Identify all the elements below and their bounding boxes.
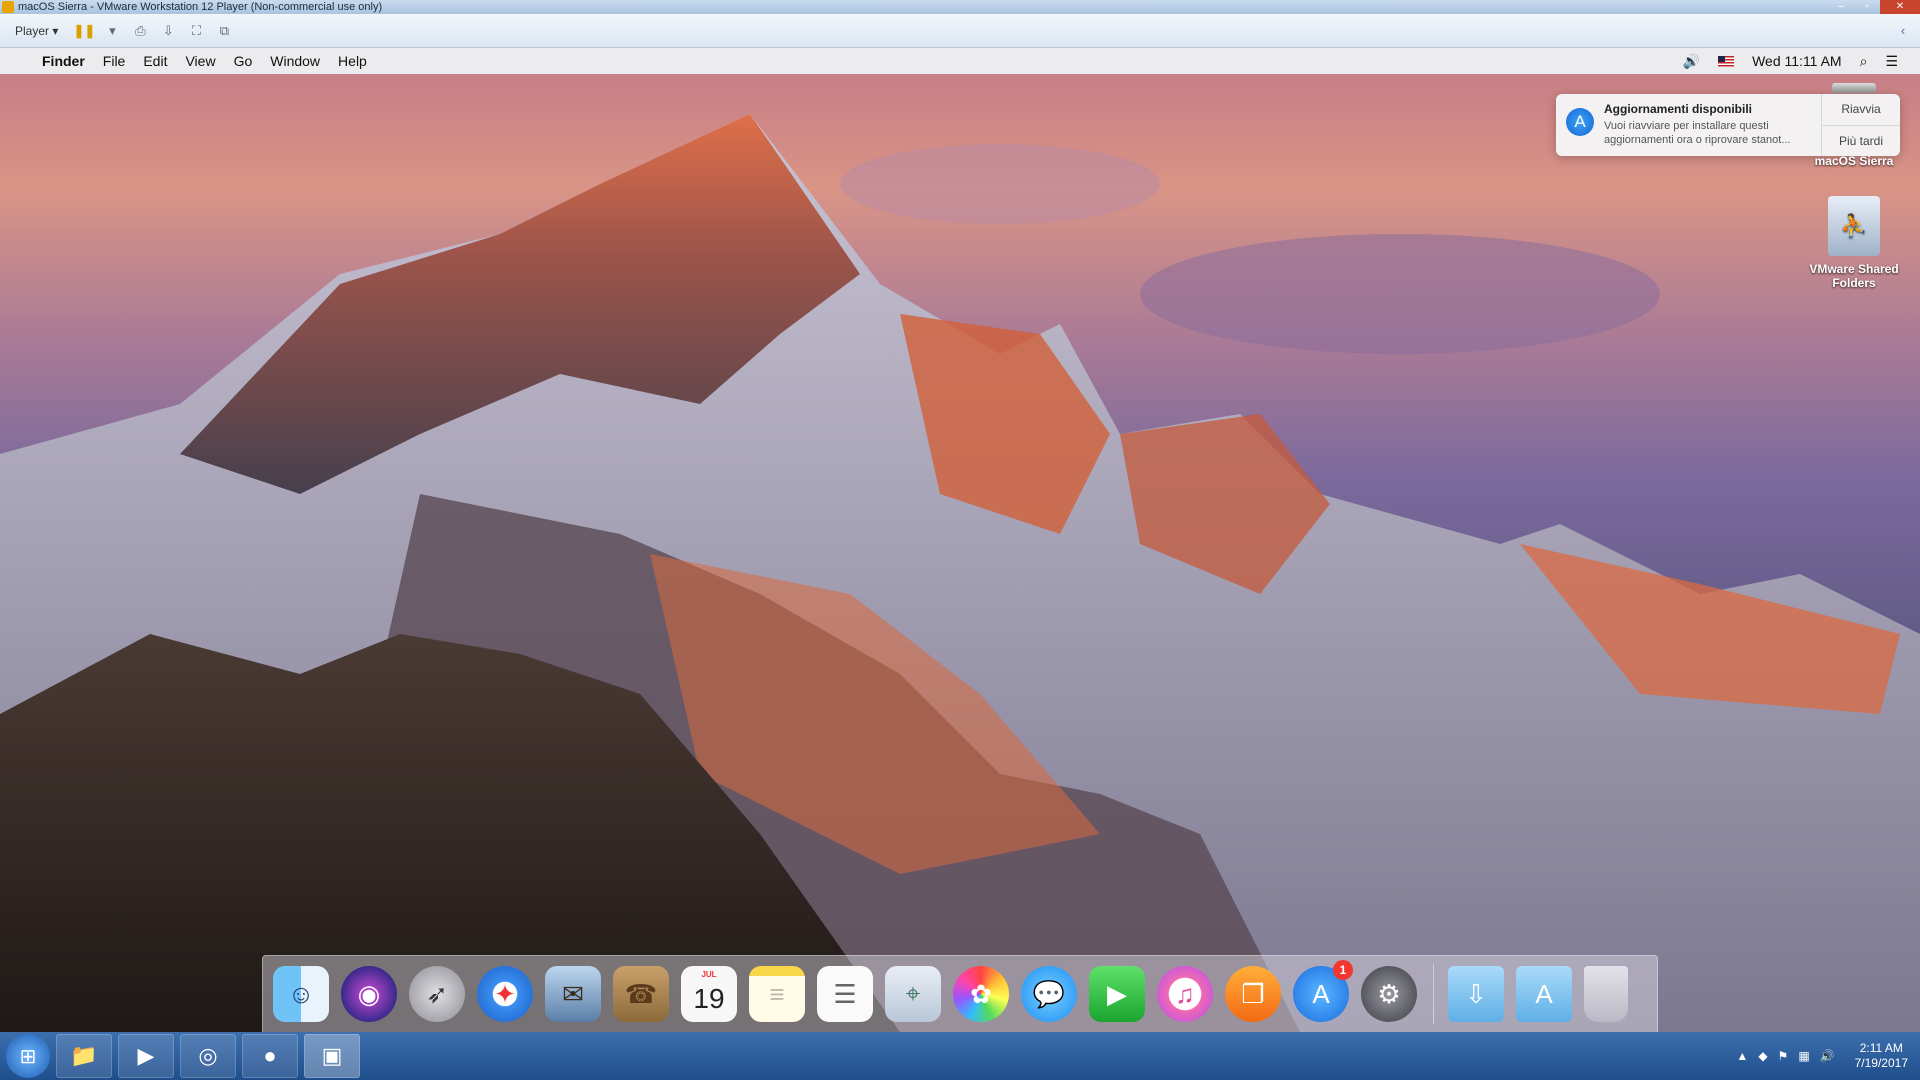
menu-clock[interactable]: Wed 11:11 AM	[1752, 53, 1842, 69]
player-menu-button[interactable]: Player ▾	[8, 20, 65, 42]
notification-center-icon[interactable]: ☰	[1885, 53, 1898, 70]
hard-drive-icon[interactable]	[1832, 83, 1876, 93]
notification-text: Aggiornamenti disponibili Vuoi riavviare…	[1604, 102, 1791, 148]
pause-dropdown-icon[interactable]: ▾	[103, 23, 121, 39]
launchpad-icon[interactable]: ➶	[409, 966, 465, 1022]
reminders-icon[interactable]: ☰	[817, 966, 873, 1022]
menu-file[interactable]: File	[103, 53, 126, 69]
vmware-title-bar: macOS Sierra - VMware Workstation 12 Pla…	[0, 0, 1920, 14]
vmware-app-icon	[2, 1, 14, 13]
dock-separator	[1433, 964, 1434, 1024]
finder-icon[interactable]: ☺	[273, 966, 329, 1022]
close-button[interactable]: ✕	[1880, 0, 1920, 14]
applications-stack-icon[interactable]: A	[1516, 966, 1572, 1022]
system-preferences-icon[interactable]: ⚙	[1361, 966, 1417, 1022]
contacts-icon[interactable]: ☎	[613, 966, 669, 1022]
ibooks-icon[interactable]: ❐	[1225, 966, 1281, 1022]
later-button[interactable]: Più tardi	[1822, 124, 1900, 157]
vmware-shared-folders-desktop-icon[interactable]: ⛹ VMware Shared Folders	[1804, 196, 1904, 290]
pause-icon[interactable]: ❚❚	[73, 23, 95, 39]
notification-body[interactable]: A Aggiornamenti disponibili Vuoi riavvia…	[1556, 94, 1822, 156]
desktop-wallpaper	[0, 74, 1920, 1032]
calendar-month: JUL	[701, 970, 717, 979]
notification-title: Aggiornamenti disponibili	[1604, 102, 1752, 116]
system-tray: ▲ ◆ ⚑ ▦ 🔊 2:11 AM 7/19/2017	[1736, 1041, 1908, 1071]
tray-vmware-icon[interactable]: ◆	[1758, 1049, 1767, 1063]
notes-icon[interactable]: ≡	[749, 966, 805, 1022]
menu-view[interactable]: View	[185, 53, 215, 69]
trash-icon[interactable]	[1584, 966, 1628, 1022]
notification-message-line2: aggiornamenti ora o riprovare stanot...	[1604, 134, 1791, 146]
app-store-icon: A	[1566, 108, 1594, 136]
menu-help[interactable]: Help	[338, 53, 367, 69]
messages-icon[interactable]: 💬	[1021, 966, 1077, 1022]
maximize-button[interactable]: ▫	[1854, 0, 1880, 14]
photos-icon[interactable]: ✿	[953, 966, 1009, 1022]
menu-extras: 🔊 Wed 11:11 AM ⌕ ☰	[1683, 53, 1898, 70]
media-player-icon[interactable]: ▶	[118, 1034, 174, 1078]
calendar-day: 19	[693, 983, 725, 1014]
tray-flag-icon[interactable]: ⚑	[1778, 1049, 1789, 1063]
mountain-wallpaper	[0, 114, 1920, 1032]
vmware-window-title: macOS Sierra - VMware Workstation 12 Pla…	[18, 1, 383, 13]
mail-icon[interactable]: ✉	[545, 966, 601, 1022]
file-explorer-icon[interactable]: 📁	[56, 1034, 112, 1078]
facetime-icon[interactable]: ▶	[1089, 966, 1145, 1022]
send-ctrl-alt-del-icon[interactable]: ⎙	[131, 23, 149, 39]
window-controls: – ▫ ✕	[1828, 0, 1920, 14]
dock: ☺ ◉ ➶ ✦ ✉ ☎ JUL 19 ≡ ☰ ⌖ ✿ 💬 ▶ ♫ ❐ A 1 ⚙…	[262, 955, 1658, 1033]
menu-edit[interactable]: Edit	[143, 53, 167, 69]
restart-button[interactable]: Riavvia	[1822, 94, 1900, 125]
calendar-icon[interactable]: JUL 19	[681, 966, 737, 1022]
app-store-badge: 1	[1333, 960, 1353, 980]
removable-devices-icon[interactable]: ⇩	[159, 23, 177, 39]
taskbar-time: 2:11 AM	[1859, 1041, 1903, 1055]
minimize-button[interactable]: –	[1828, 0, 1854, 14]
macos-sierra-drive-label[interactable]: macOS Sierra	[1804, 154, 1904, 168]
shared-folders-icon: ⛹	[1828, 196, 1880, 256]
menu-window[interactable]: Window	[270, 53, 320, 69]
collapse-toolbar-icon[interactable]: ‹	[1894, 23, 1912, 39]
unity-icon[interactable]: ⧉	[215, 23, 233, 39]
taskbar-date: 7/19/2017	[1854, 1056, 1908, 1070]
vmware-toolbar: Player ▾ ❚❚ ▾ ⎙ ⇩ ⛶ ⧉ ‹	[0, 14, 1920, 48]
obs-icon[interactable]: ●	[242, 1034, 298, 1078]
windows-start-icon[interactable]: ⊞	[6, 1034, 50, 1078]
update-notification[interactable]: A Aggiornamenti disponibili Vuoi riavvia…	[1556, 94, 1900, 156]
taskbar-clock[interactable]: 2:11 AM 7/19/2017	[1855, 1041, 1908, 1071]
mac-menu-bar: Finder File Edit View Go Window Help 🔊 W…	[0, 48, 1920, 74]
vmware-taskbar-icon[interactable]: ▣	[304, 1034, 360, 1078]
menu-go[interactable]: Go	[234, 53, 253, 69]
maps-icon[interactable]: ⌖	[885, 966, 941, 1022]
siri-icon[interactable]: ◉	[341, 966, 397, 1022]
fullscreen-icon[interactable]: ⛶	[187, 23, 205, 39]
app-store-dock-icon[interactable]: A 1	[1293, 960, 1353, 1022]
chrome-icon[interactable]: ◎	[180, 1034, 236, 1078]
downloads-stack-icon[interactable]: ⇩	[1448, 966, 1504, 1022]
notification-message-line1: Vuoi riavviare per installare questi	[1604, 120, 1769, 132]
notification-actions: Riavvia Più tardi	[1822, 94, 1900, 156]
menu-finder[interactable]: Finder	[42, 53, 85, 69]
spotlight-search-icon[interactable]: ⌕	[1860, 53, 1868, 70]
windows-taskbar: ⊞ 📁 ▶ ◎ ● ▣ ▲ ◆ ⚑ ▦ 🔊 2:11 AM 7/19/2017	[0, 1032, 1920, 1080]
itunes-icon[interactable]: ♫	[1157, 966, 1213, 1022]
input-source-flag-icon[interactable]	[1718, 55, 1735, 67]
shared-folders-label-line1: VMware Shared	[1809, 262, 1899, 276]
tray-volume-icon[interactable]: 🔊	[1820, 1049, 1835, 1063]
volume-icon[interactable]: 🔊	[1683, 53, 1700, 70]
tray-overflow-icon[interactable]: ▲	[1736, 1049, 1748, 1063]
tray-network-icon[interactable]: ▦	[1798, 1049, 1809, 1063]
safari-icon[interactable]: ✦	[477, 966, 533, 1022]
shared-folders-label-line2: Folders	[1832, 276, 1876, 290]
